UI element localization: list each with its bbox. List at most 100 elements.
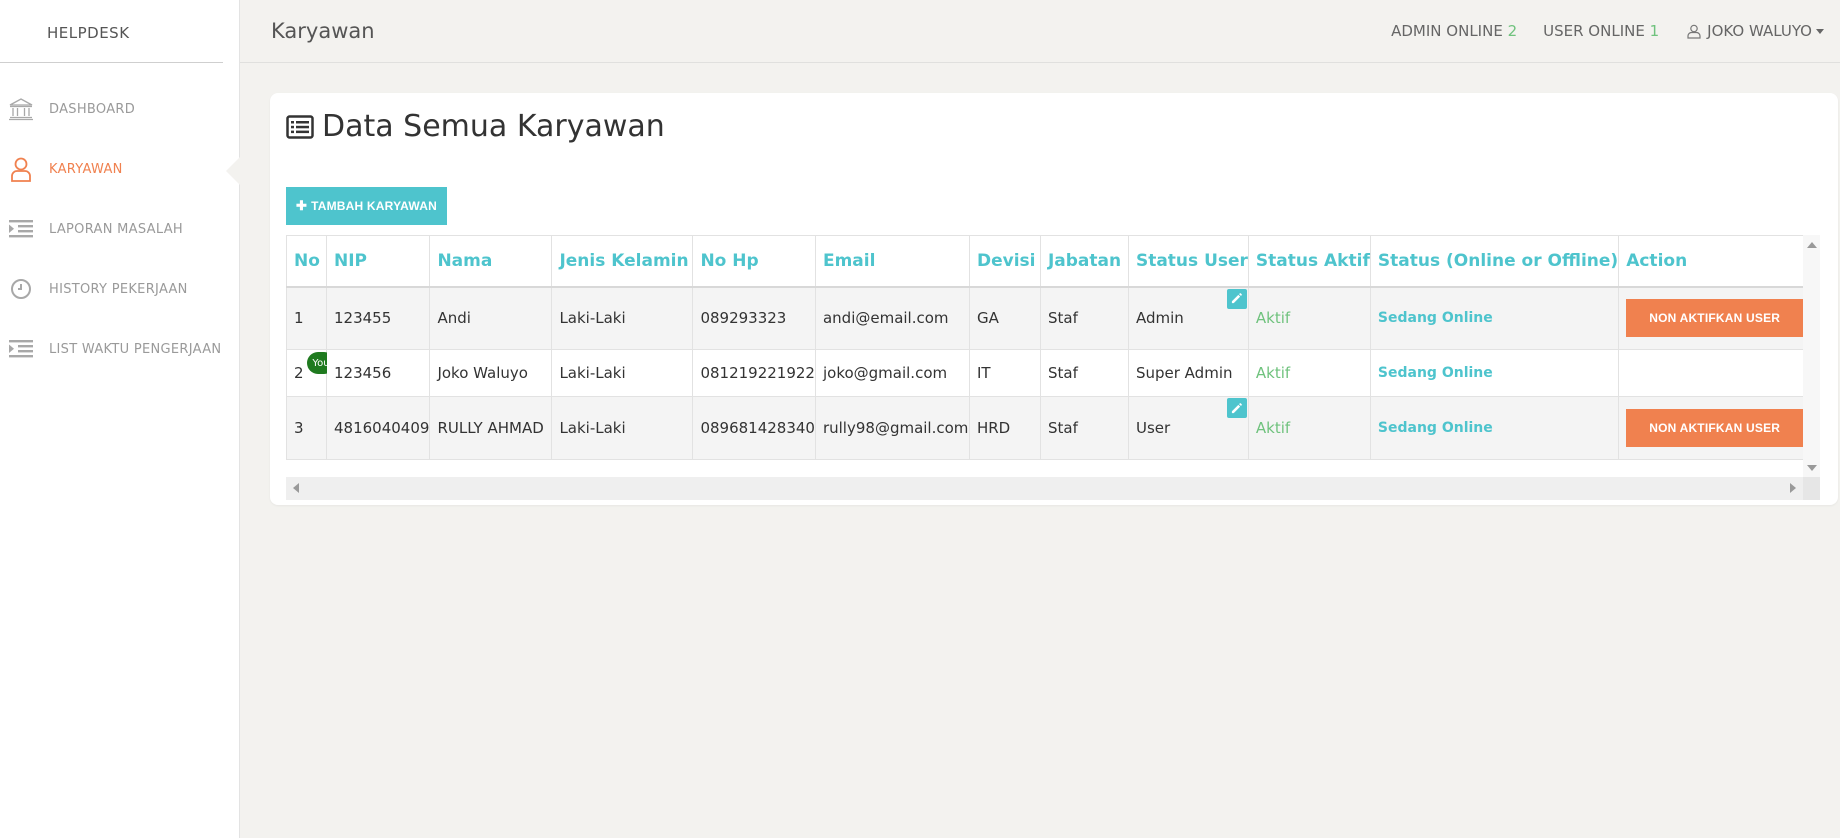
cell-jabatan: Staf — [1039, 396, 1129, 460]
sidebar-item-karyawan[interactable]: KARYAWAN — [0, 139, 240, 199]
cell-no: 2 You — [286, 349, 335, 397]
column-header-devisi: Devisi — [968, 235, 1041, 287]
cell-status-online: Sedang Online — [1369, 286, 1620, 350]
column-header-nama: Nama — [429, 235, 553, 287]
cell-status-aktif: Aktif — [1247, 286, 1371, 350]
column-header-email: Email — [814, 235, 970, 287]
edit-status-user-button[interactable] — [1226, 398, 1247, 418]
pencil-icon — [1232, 293, 1243, 304]
sidebar-nav: DASHBOARD KARYAWAN LAPORAN MASALAH HISTO… — [0, 79, 240, 379]
scroll-down-arrow-icon[interactable] — [1807, 465, 1817, 471]
add-employee-button[interactable]: ✚ TAMBAH KARYAWAN — [286, 187, 447, 225]
cell-jenis-kelamin: Laki-Laki — [551, 286, 694, 350]
employee-card: Data Semua Karyawan ✚ TAMBAH KARYAWAN No… — [270, 93, 1838, 505]
table-row: 1 123455 Andi Laki-Laki 089293323 andi@e… — [286, 286, 1818, 350]
list-indent-icon — [6, 334, 36, 364]
scroll-up-arrow-icon[interactable] — [1807, 242, 1817, 248]
sidebar-item-laporan-masalah[interactable]: LAPORAN MASALAH — [0, 199, 239, 259]
employee-table: No NIP Nama Jenis Kelamin No Hp Email De… — [286, 235, 1818, 460]
cell-jenis-kelamin: Laki-Laki — [551, 349, 694, 397]
cell-devisi: GA — [968, 286, 1041, 350]
cell-nip: 123456 — [325, 349, 431, 397]
sidebar-item-dashboard[interactable]: DASHBOARD — [0, 79, 239, 139]
active-indicator — [226, 157, 240, 185]
cell-no-text: 2 — [294, 364, 304, 382]
cell-email: andi@email.com — [814, 286, 970, 350]
user-menu-dropdown[interactable]: JOKO WALUYO — [1687, 22, 1824, 40]
pencil-icon — [1232, 402, 1243, 413]
column-header-status-user: Status User — [1127, 235, 1249, 287]
list-alt-icon — [286, 114, 314, 139]
employee-table-container[interactable]: No NIP Nama Jenis Kelamin No Hp Email De… — [286, 235, 1820, 500]
column-header-action: Action — [1618, 235, 1818, 287]
status-user-text: Admin — [1135, 309, 1184, 328]
status-user-text: User — [1135, 419, 1171, 437]
cell-email: rully98@gmail.com — [814, 396, 970, 460]
bank-icon — [6, 94, 36, 124]
card-title: Data Semua Karyawan — [286, 109, 665, 144]
admin-online-label: ADMIN ONLINE — [1391, 22, 1503, 40]
horizontal-scrollbar[interactable] — [286, 477, 1820, 500]
sidebar: HELPDESK DASHBOARD KARYAWAN LAPORAN MASA… — [0, 0, 240, 838]
clock-icon — [6, 274, 36, 304]
table-row: 2 You 123456 Joko Waluyo Laki-Laki 08121… — [286, 349, 1818, 397]
cell-devisi: IT — [968, 349, 1041, 397]
card-title-text: Data Semua Karyawan — [322, 109, 665, 144]
user-icon — [6, 154, 36, 184]
column-header-no: No — [286, 235, 327, 287]
topbar: Karyawan ADMIN ONLINE 2 USER ONLINE 1 JO… — [240, 0, 1840, 63]
sidebar-item-list-waktu-pengerjaan[interactable]: LIST WAKTU PENGERJAAN — [0, 319, 239, 379]
brand-logo[interactable]: HELPDESK — [0, 0, 223, 63]
cell-nip: 4816040409 — [325, 396, 431, 460]
deactivate-user-button[interactable]: NON AKTIFKAN USER — [1626, 409, 1804, 447]
cell-no: 3 — [286, 396, 327, 460]
cell-status-user: Admin — [1127, 286, 1249, 350]
plus-icon: ✚ — [296, 198, 308, 213]
column-header-status-online: Status (Online or Offline) — [1369, 235, 1620, 287]
cell-devisi: HRD — [968, 396, 1041, 460]
cell-email: joko@gmail.com — [814, 349, 970, 397]
scrollbar-corner — [1803, 477, 1820, 500]
column-header-status-aktif: Status Aktif — [1247, 235, 1371, 287]
cell-nama: Andi — [429, 286, 553, 350]
column-header-jabatan: Jabatan — [1039, 235, 1129, 287]
sidebar-item-label: HISTORY PEKERJAAN — [49, 281, 188, 297]
cell-status-aktif: Aktif — [1247, 349, 1371, 397]
cell-jabatan: Staf — [1039, 286, 1129, 350]
cell-no-hp: 089293323 — [692, 286, 816, 350]
edit-status-user-button[interactable] — [1226, 288, 1247, 309]
cell-status-user: User — [1127, 396, 1249, 460]
column-header-jenis-kelamin: Jenis Kelamin — [551, 235, 694, 287]
user-online-count: 1 — [1649, 22, 1660, 40]
user-name: JOKO WALUYO — [1707, 22, 1812, 40]
cell-nip: 123455 — [325, 286, 431, 350]
topbar-status: ADMIN ONLINE 2 USER ONLINE 1 JOKO WALUYO — [1365, 22, 1824, 40]
admin-online-status: ADMIN ONLINE 2 — [1391, 22, 1517, 40]
scroll-left-arrow-icon[interactable] — [293, 483, 299, 493]
admin-online-count: 2 — [1507, 22, 1518, 40]
user-online-label: USER ONLINE — [1543, 22, 1645, 40]
cell-action: NON AKTIFKAN USER — [1618, 396, 1818, 460]
cell-no: 1 — [286, 286, 327, 350]
user-online-status: USER ONLINE 1 — [1543, 22, 1659, 40]
cell-jenis-kelamin: Laki-Laki — [551, 396, 694, 460]
sidebar-item-label: LAPORAN MASALAH — [49, 221, 183, 237]
list-indent-icon — [6, 214, 36, 244]
cell-nama: RULLY AHMAD — [429, 396, 553, 460]
cell-no-hp: 089681428340 — [692, 396, 816, 460]
cell-status-aktif: Aktif — [1247, 396, 1371, 460]
column-header-nip: NIP — [325, 235, 431, 287]
page-title: Karyawan — [271, 19, 375, 43]
chevron-down-icon — [1816, 28, 1824, 34]
sidebar-item-label: DASHBOARD — [49, 101, 136, 117]
scroll-right-arrow-icon[interactable] — [1790, 483, 1796, 493]
cell-status-user: Super Admin — [1127, 349, 1249, 397]
deactivate-user-button[interactable]: NON AKTIFKAN USER — [1626, 299, 1804, 338]
cell-status-online: Sedang Online — [1369, 349, 1620, 397]
sidebar-item-history-pekerjaan[interactable]: HISTORY PEKERJAAN — [0, 259, 239, 319]
column-header-no-hp: No Hp — [692, 235, 816, 287]
user-icon — [1687, 24, 1701, 39]
cell-nama: Joko Waluyo — [429, 349, 553, 397]
vertical-scrollbar[interactable] — [1803, 235, 1820, 477]
table-row: 3 4816040409 RULLY AHMAD Laki-Laki 08968… — [286, 396, 1818, 460]
